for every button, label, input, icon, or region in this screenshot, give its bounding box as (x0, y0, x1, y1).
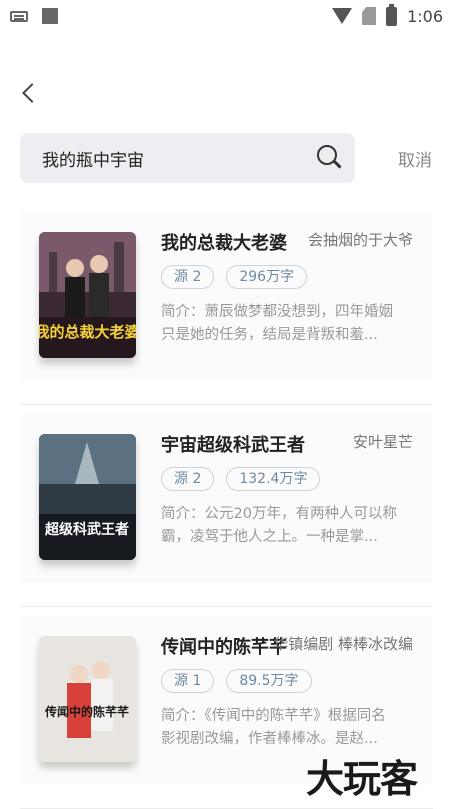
search-icon[interactable] (317, 145, 343, 171)
book-cover: 传闻中的陈芊芊 (39, 636, 136, 762)
book-description: 简介：萧辰做梦都没想到，四年婚姻只是她的任务，结局是背叛和羞... (161, 304, 393, 343)
cover-title-text: 我的总裁大老婆 (39, 323, 136, 341)
book-author: 会抽烟的于大爷 (307, 231, 413, 249)
cover-title-text: 超级科武王者 (44, 521, 129, 538)
wifi-icon (332, 8, 353, 24)
book-card: 我的总裁大老婆 我的总裁大老婆 会抽烟的于大爷 源 2 296万字 简介：萧辰做… (20, 211, 433, 381)
chevron-left-icon (22, 83, 42, 103)
battery-icon (386, 3, 398, 26)
keyboard-icon (10, 10, 28, 22)
book-card: 超级科武王者 宇宙超级科武王者 安叶星芒 源 2 132.4万字 简介：公元20… (20, 413, 433, 583)
search-input[interactable] (40, 147, 317, 169)
book-item[interactable]: 我的总裁大老婆 我的总裁大老婆 会抽烟的于大爷 源 2 296万字 简介：萧辰做… (20, 203, 433, 405)
watermark-logo: 大玩客 (306, 757, 418, 801)
book-title: 我的总裁大老婆 (161, 233, 287, 254)
cover-title-text: 传闻中的陈芊芊 (44, 704, 129, 719)
source-tag: 源 1 (161, 669, 215, 693)
book-description: 简介：《传闻中的陈芊芊》根据同名影视剧改编，作者棒棒冰。是赵... (161, 708, 386, 747)
book-item[interactable]: 超级科武王者 宇宙超级科武王者 安叶星芒 源 2 132.4万字 简介：公元20… (20, 405, 433, 607)
book-cover: 超级科武王者 (39, 434, 136, 560)
no-sim-icon (362, 7, 377, 25)
source-tag: 源 2 (161, 265, 215, 289)
status-time: 1:06 (407, 6, 443, 26)
book-title: 传闻中的陈芊芊 (161, 637, 287, 658)
notification-icon (42, 8, 58, 24)
word-count-tag: 296万字 (226, 265, 308, 289)
cancel-button[interactable]: 取消 (398, 146, 432, 171)
book-description: 简介：公元20万年，有两种人可以称霸，凌驾于他人之上。一种是掌... (161, 506, 397, 545)
back-button[interactable] (14, 78, 44, 108)
search-bar (20, 133, 355, 183)
book-list: 我的总裁大老婆 我的总裁大老婆 会抽烟的于大爷 源 2 296万字 简介：萧辰做… (20, 203, 433, 809)
book-author: 安叶星芒 (352, 433, 413, 451)
book-cover: 我的总裁大老婆 (39, 232, 136, 358)
book-author: 华镇编剧 棒棒冰改编 (273, 635, 413, 653)
word-count-tag: 89.5万字 (226, 669, 312, 693)
book-title: 宇宙超级科武王者 (161, 435, 305, 456)
source-tag: 源 2 (161, 467, 215, 491)
status-bar: 1:06 (0, 0, 453, 32)
word-count-tag: 132.4万字 (226, 467, 321, 491)
